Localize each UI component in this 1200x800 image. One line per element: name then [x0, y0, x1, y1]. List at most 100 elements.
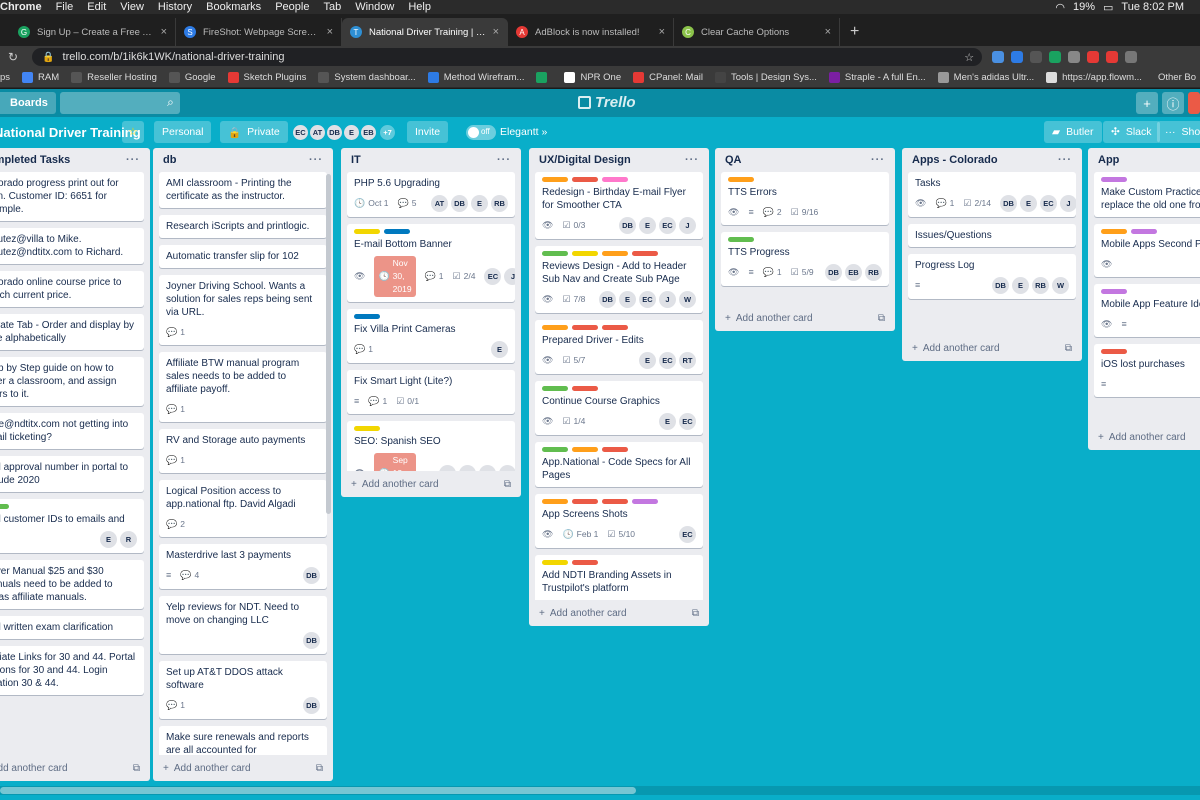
card-label[interactable]: [1101, 289, 1127, 294]
close-icon[interactable]: ×: [327, 26, 333, 38]
new-tab-button[interactable]: +: [850, 23, 859, 41]
card-label[interactable]: [1101, 177, 1127, 182]
bookmark-item[interactable]: RAM: [22, 72, 59, 83]
add-card-button[interactable]: +Add another card⧉: [529, 600, 709, 626]
card[interactable]: Yelp reviews for NDT. Need to move on ch…: [159, 596, 327, 654]
extension-icon[interactable]: [992, 51, 1005, 63]
card-label[interactable]: [572, 177, 598, 182]
add-card-button[interactable]: +Add another card⧉: [0, 755, 150, 781]
card-label[interactable]: [384, 229, 410, 234]
card[interactable]: ergutez@villa to Mike. ergutez@ndtitx.co…: [0, 228, 144, 264]
more-members[interactable]: +7: [379, 124, 396, 141]
menu-item[interactable]: History: [158, 1, 192, 13]
horizontal-scrollbar[interactable]: [0, 786, 1200, 795]
card[interactable]: Step by Step guide on how to enter a cla…: [0, 357, 144, 406]
extension-icon[interactable]: [1049, 51, 1062, 63]
member-avatar[interactable]: DB: [451, 195, 468, 212]
add-card-button[interactable]: +Add another card⧉: [715, 305, 895, 331]
wifi-icon[interactable]: ◠: [1055, 1, 1065, 14]
card-label[interactable]: [542, 560, 568, 565]
member-avatar[interactable]: DB: [303, 632, 320, 649]
close-icon[interactable]: ×: [493, 26, 499, 38]
member-avatar[interactable]: J: [478, 465, 496, 471]
list-header[interactable]: db ···: [153, 148, 333, 172]
browser-tab[interactable]: T National Driver Training | Trello ×: [342, 18, 508, 46]
list-header[interactable]: Completed Tasks ···: [0, 148, 150, 172]
member-avatar[interactable]: DB: [825, 264, 842, 281]
close-icon[interactable]: ×: [659, 26, 665, 38]
card[interactable]: Add customer IDs to emails and ER: [0, 499, 144, 553]
card-template-icon[interactable]: ⧉: [316, 763, 323, 774]
member-avatar[interactable]: J: [504, 268, 515, 285]
menu-item[interactable]: Bookmarks: [206, 1, 261, 13]
card[interactable]: mike@ndtitx.com not getting into email t…: [0, 413, 144, 449]
bookmark-item[interactable]: Tools | Design Sys...: [714, 72, 817, 83]
slack-button[interactable]: ✣ Slack: [1103, 121, 1160, 143]
member-avatar[interactable]: DB: [619, 217, 636, 234]
card[interactable]: Add approval number in portal to include…: [0, 456, 144, 492]
add-card-button[interactable]: +Add another card⧉: [902, 335, 1082, 361]
member-avatar[interactable]: E: [1012, 277, 1029, 294]
member-avatar[interactable]: R: [120, 531, 137, 548]
card[interactable]: SEO: Spanish SEO 👁 🕓Sep 13, 2019 ≡ ATECJRB: [347, 421, 515, 471]
bookmark-item[interactable]: CPanel: Mail: [633, 72, 703, 83]
other-bookmarks[interactable]: Other Bo: [1158, 72, 1196, 83]
card[interactable]: Progress Log ≡ DB E RB W: [908, 254, 1076, 299]
star-button[interactable]: ☆: [122, 121, 144, 143]
list-header[interactable]: UX/Digital Design ···: [529, 148, 709, 172]
member-avatar[interactable]: E: [639, 217, 656, 234]
card[interactable]: Fix Villa Print Cameras 💬 1 E: [347, 309, 515, 363]
card[interactable]: Colorado progress print out for Alan. Cu…: [0, 172, 144, 221]
list-scrollbar[interactable]: [326, 174, 331, 514]
menu-item[interactable]: Tab: [323, 1, 341, 13]
card-label[interactable]: [602, 177, 628, 182]
extension-icon[interactable]: [1106, 51, 1119, 63]
member-avatar[interactable]: E: [619, 291, 636, 308]
member-avatar[interactable]: J: [659, 291, 676, 308]
card-template-icon[interactable]: ⧉: [133, 763, 140, 774]
member-avatar[interactable]: RB: [865, 264, 882, 281]
member-avatar[interactable]: DB: [1000, 195, 1018, 212]
create-button[interactable]: +: [1136, 92, 1158, 114]
card-label[interactable]: [602, 251, 628, 256]
card-label[interactable]: [728, 177, 754, 182]
clock[interactable]: Tue 8:02 PM: [1121, 1, 1184, 13]
card[interactable]: Automatic transfer slip for 102: [159, 245, 327, 268]
card-label[interactable]: [1131, 229, 1157, 234]
card[interactable]: Joyner Driving School. Wants a solution …: [159, 275, 327, 345]
list-header[interactable]: Apps - Colorado ···: [902, 148, 1082, 172]
member-avatar[interactable]: EC: [659, 217, 676, 234]
browser-tab[interactable]: A AdBlock is now installed! ×: [508, 18, 674, 46]
member-avatar[interactable]: J: [1060, 195, 1076, 212]
member-avatar[interactable]: DB: [599, 291, 616, 308]
member-avatar[interactable]: DB: [303, 697, 320, 714]
card[interactable]: Tasks 👁 💬1 ☑2/14 DBEECJRRBW: [908, 172, 1076, 217]
member-avatar[interactable]: EC: [458, 465, 476, 471]
close-icon[interactable]: ×: [825, 26, 831, 38]
bookmark-item[interactable]: Straple - A full En...: [828, 72, 926, 83]
info-icon[interactable]: ⓘ: [1162, 92, 1184, 114]
card[interactable]: App Screens Shots 👁 🕓 Feb 1 ☑ 5/10 EC: [535, 494, 703, 548]
card-label[interactable]: [542, 499, 568, 504]
member-avatar[interactable]: E: [491, 341, 508, 358]
card[interactable]: Driver Manual $25 and $30 manuals need t…: [0, 560, 144, 609]
bookmark-star-icon[interactable]: ☆: [964, 51, 974, 64]
address-bar[interactable]: 🔒 trello.com/b/1ik6k1WK/national-driver-…: [32, 48, 983, 66]
scrollbar-thumb[interactable]: [0, 787, 636, 794]
member-avatar[interactable]: EC: [679, 526, 696, 543]
member-avatar[interactable]: AT: [431, 195, 448, 212]
bookmark-item[interactable]: Method Wirefram...: [427, 72, 524, 83]
menu-item[interactable]: Window: [355, 1, 394, 13]
card[interactable]: Make sure renewals and reports are all a…: [159, 726, 327, 755]
card[interactable]: Add NDTI Branding Assets in Trustpilot's…: [535, 555, 703, 600]
card-label[interactable]: [0, 504, 9, 509]
elegantt-toggle[interactable]: off: [466, 125, 496, 140]
extension-icon[interactable]: [1068, 51, 1081, 63]
card[interactable]: Mobile App Feature Ideas👁≡: [1094, 284, 1200, 337]
boards-button[interactable]: Boards: [0, 92, 56, 114]
card[interactable]: TTS Errors 👁 ≡ 💬 2 ☑ 9/16: [721, 172, 889, 225]
member-avatar[interactable]: EC: [639, 291, 656, 308]
menu-item[interactable]: Help: [408, 1, 431, 13]
member-avatar[interactable]: E: [659, 413, 676, 430]
list-header[interactable]: App···: [1088, 148, 1200, 172]
